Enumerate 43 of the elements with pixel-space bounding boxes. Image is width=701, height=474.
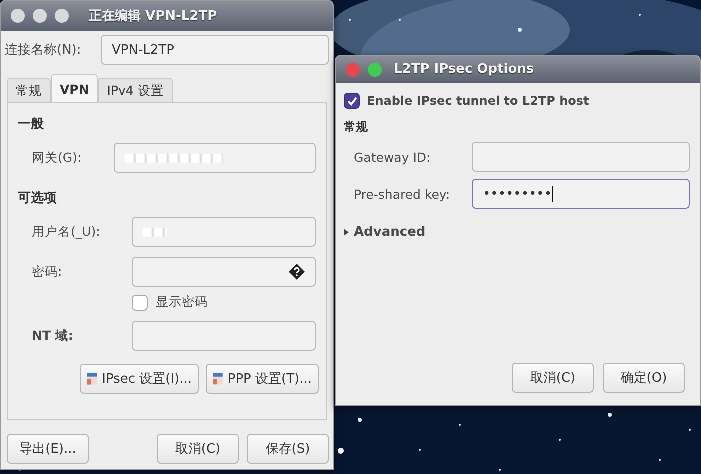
tab[interactable]: IPv4 设置 (98, 78, 173, 103)
tab[interactable]: VPN (51, 74, 98, 103)
settings-button[interactable]: IPsec 设置(I)... (80, 364, 199, 394)
field-label: Pre-shared key: (354, 186, 452, 202)
checkbox-label: Enable IPsec tunnel to L2TP host (367, 94, 590, 108)
input-field[interactable] (472, 142, 690, 172)
text-cursor (552, 186, 554, 202)
window-control-button[interactable] (11, 9, 25, 23)
checkbox[interactable] (132, 294, 148, 310)
checkbox-label: 显示密码 (156, 294, 208, 311)
window-control-button[interactable] (33, 9, 47, 23)
field-label: Gateway ID: (354, 150, 432, 164)
settings-button[interactable]: PPP 设置(T)... (206, 364, 319, 394)
dialog-button[interactable]: 取消(C) (157, 434, 239, 464)
input-field[interactable] (114, 143, 316, 173)
checkbox[interactable] (344, 93, 360, 109)
expander-right-icon[interactable] (344, 229, 349, 236)
input-field[interactable] (132, 321, 316, 351)
input-field[interactable] (132, 257, 316, 287)
field-label: 网关(G): (32, 150, 83, 166)
export-button[interactable]: 导出(E)... (7, 434, 89, 464)
input-field[interactable] (132, 217, 316, 247)
window-control-button[interactable] (55, 9, 69, 23)
field-label: NT 域: (32, 328, 74, 344)
field-label: 连接名称(N): (5, 42, 82, 59)
section-heading: 常规 (344, 119, 369, 136)
input-field[interactable]: VPN-L2TP (101, 35, 329, 65)
field-label: 用户名(_U): (32, 224, 102, 240)
dialog-button[interactable]: 取消(C) (512, 363, 594, 393)
expander-label[interactable]: Advanced (354, 225, 426, 240)
dialog-button[interactable]: 保存(S) (247, 434, 329, 464)
window-control-button[interactable] (368, 62, 382, 76)
field-label: 密码: (32, 264, 64, 280)
tab[interactable]: 常规 (7, 78, 51, 103)
dialog-button[interactable]: 确定(O) (603, 363, 685, 393)
password-field[interactable]: ••••••••• (472, 179, 690, 209)
section-heading: 可选项 (18, 190, 58, 207)
section-heading: 一般 (18, 116, 45, 133)
document-icon (213, 371, 223, 387)
help-icon (289, 264, 305, 280)
window-title: 正在编辑 VPN-L2TP (89, 8, 218, 25)
window-title: L2TP IPsec Options (394, 62, 534, 77)
document-icon (87, 371, 98, 387)
